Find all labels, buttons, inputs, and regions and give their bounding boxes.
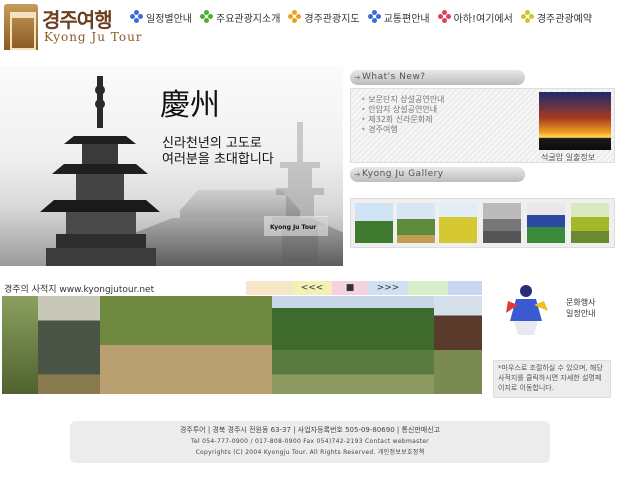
list-item[interactable]: 안압지 상설공연안내 <box>361 105 444 115</box>
event-label-line2[interactable]: 일정안내 <box>566 308 595 319</box>
list-item[interactable]: 보문단지 상설공연안내 <box>361 95 444 105</box>
privacy-policy-link[interactable]: 개인정보보호정책 <box>378 449 425 456</box>
header: 경주여행 Kyong Ju Tour 일정별안내 주요관광지소개 경주관광지도 … <box>0 0 640 56</box>
nav-dot <box>296 14 302 19</box>
gallery-thumb-tomb[interactable] <box>397 203 435 243</box>
site-photo-garden[interactable] <box>100 296 272 394</box>
dots-icon <box>520 10 535 24</box>
gallery-heading-label: Kyong Ju Gallery <box>362 169 444 179</box>
whats-new-heading[interactable]: ➔ What's New? <box>350 70 525 85</box>
nav-item-label: 아하!여기에서 <box>453 13 513 25</box>
gallery-thumb-stone[interactable] <box>483 203 521 243</box>
bar-segment <box>246 281 292 295</box>
hero-banner: 慶州 신라천년의 고도로 여러분을 초대합니다 Kyong Ju Tour <box>0 66 343 266</box>
dancer-icon[interactable] <box>498 281 554 337</box>
sunrise-caption[interactable]: 석굴암 일출정보 <box>541 152 595 163</box>
hero-tag: Kyong Ju Tour <box>270 224 317 231</box>
stop-button[interactable]: ■ <box>332 281 368 295</box>
gallery-strip <box>350 198 615 248</box>
footer-copyright: Copyrights (C) 2004 Kyongju Tour. All Ri… <box>195 449 376 456</box>
nav-dot <box>204 18 209 23</box>
logo-korean-text: 경주여행 <box>42 8 113 32</box>
nav-item-label: 경주관광예약 <box>536 13 593 25</box>
logo-english-text: Kyong Ju Tour <box>44 30 143 44</box>
dots-icon <box>130 10 144 24</box>
nav-item-aha[interactable]: 아하!여기에서 <box>437 8 513 26</box>
nav-dot <box>441 18 447 23</box>
footer-phone: Tel 054-777-0900 / 017-808-0900 Fax 054)… <box>191 438 363 445</box>
historic-sites-scroller[interactable] <box>2 296 482 394</box>
nav-dot <box>138 14 143 19</box>
arrow-right-icon: ➔ <box>354 170 362 179</box>
whats-new-list: 보문단지 상설공연안내 안압지 상설공연안내 제32회 신라문화제 경주여행 <box>361 95 444 135</box>
site-photo-temple[interactable] <box>434 296 482 394</box>
site-photo-village[interactable] <box>272 296 434 394</box>
nav-dot <box>208 14 213 19</box>
footer-address: 경주투어 | 경북 경주시 전원동 63-37 | 사업자등록번호 505-09… <box>179 426 441 434</box>
nav-dot <box>134 18 139 23</box>
historic-sites-title: 경주의 사적지 www.kyongjutour.net <box>4 285 155 295</box>
event-label-line1[interactable]: 문화행사 <box>566 297 595 308</box>
dots-icon <box>288 10 302 24</box>
nav-item-reservation[interactable]: 경주관광예약 <box>520 8 593 26</box>
whats-new-heading-label: What's New? <box>362 72 426 82</box>
prev-button[interactable]: <<< <box>292 281 332 295</box>
nav-item-schedule[interactable]: 일정별안내 <box>130 8 192 26</box>
footer-copyright-row: Copyrights (C) 2004 Kyongju Tour. All Ri… <box>70 447 550 458</box>
nav-item-transport[interactable]: 교통편안내 <box>367 8 430 26</box>
footer: 경주투어 | 경북 경주시 전원동 63-37 | 사업자등록번호 505-09… <box>70 421 550 463</box>
sunrise-photo[interactable] <box>539 92 611 150</box>
dots-icon <box>437 10 452 24</box>
gallery-heading[interactable]: ➔ Kyong Ju Gallery <box>350 167 525 182</box>
pagoda-icon <box>40 76 160 266</box>
list-item[interactable]: 제32회 신라문화제 <box>361 115 444 125</box>
scroller-help-note: *마우스로 조절하실 수 있으며, 해당 사적지를 클릭하시면 자세한 설명페이… <box>493 360 611 398</box>
arrow-right-icon: ➔ <box>354 73 362 82</box>
gate-logo-icon <box>4 4 38 50</box>
footer-contact-row: Tel 054-777-0900 / 017-808-0900 Fax 054)… <box>70 436 550 447</box>
gallery-thumb-field[interactable] <box>439 203 477 243</box>
site-photo[interactable] <box>2 296 38 394</box>
contact-webmaster-link[interactable]: Contact webmaster <box>365 438 429 445</box>
nav-dot <box>371 18 377 23</box>
hero-subtitle-line2: 여러분을 초대합니다 <box>162 152 274 167</box>
nav-item-label: 일정별안내 <box>146 13 192 25</box>
bar-segment <box>448 281 482 295</box>
dots-icon <box>200 10 214 24</box>
nav-dot <box>292 18 298 23</box>
whats-new-panel: 보문단지 상설공연안내 안압지 상설공연안내 제32회 신라문화제 경주여행 석… <box>350 88 615 163</box>
gallery-thumb-flowers[interactable] <box>571 203 609 243</box>
list-item[interactable]: 경주여행 <box>361 125 444 135</box>
dots-icon <box>367 10 382 24</box>
main-nav: 일정별안내 주요관광지소개 경주관광지도 교통편안내 아하!여기에서 경주관광예… <box>130 8 600 26</box>
nav-item-label: 경주관광지도 <box>304 13 360 25</box>
nav-dot <box>524 18 530 23</box>
gallery-thumb-people[interactable] <box>527 203 565 243</box>
nav-item-label: 교통편안내 <box>383 13 430 25</box>
site-photo-bell[interactable] <box>38 296 100 394</box>
bar-segment <box>408 281 448 295</box>
hero-title: 慶州 <box>160 88 220 123</box>
gallery-thumb-forest[interactable] <box>355 203 393 243</box>
next-button[interactable]: >>> <box>368 281 408 295</box>
pagoda-silhouette-icon <box>272 122 328 262</box>
nav-item-map[interactable]: 경주관광지도 <box>288 8 360 26</box>
nav-item-attractions[interactable]: 주요관광지소개 <box>200 8 280 26</box>
nav-item-label: 주요관광지소개 <box>216 13 281 25</box>
